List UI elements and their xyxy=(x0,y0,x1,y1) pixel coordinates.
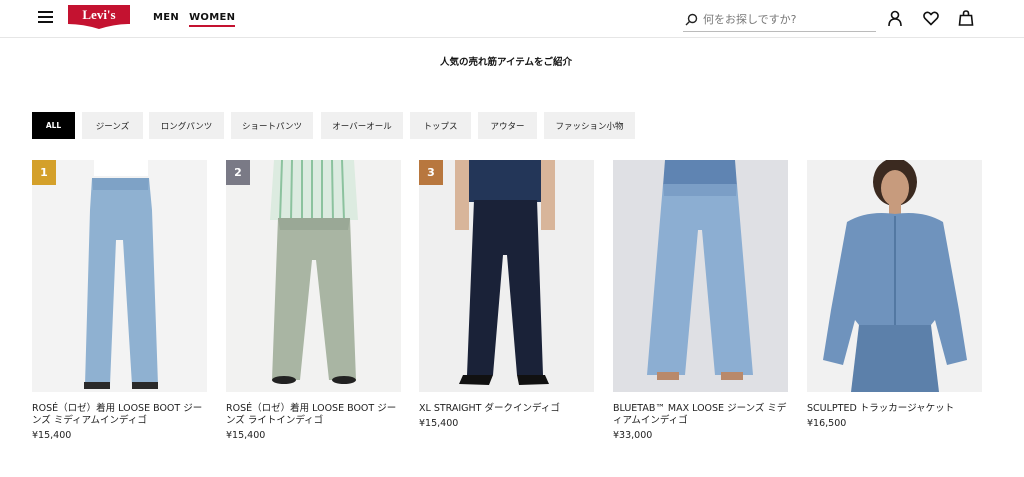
product-image[interactable]: 2 xyxy=(226,160,401,392)
levis-logo[interactable]: Levi's xyxy=(67,4,131,30)
search-bar[interactable] xyxy=(683,8,876,32)
menu-icon[interactable] xyxy=(38,11,53,24)
shopping-bag-icon[interactable] xyxy=(957,9,975,27)
product-price: ¥15,400 xyxy=(419,418,459,429)
search-icon xyxy=(685,13,698,26)
product-name[interactable]: ROSÉ（ロゼ）着用 LOOSE BOOT ジーンズ ミディアムインディゴ xyxy=(32,403,207,427)
product-image[interactable] xyxy=(613,160,788,392)
filter-tops[interactable]: トップス xyxy=(410,112,471,139)
rank-badge: 1 xyxy=(32,160,56,185)
product-price: ¥33,000 xyxy=(613,430,653,441)
filter-outerwear[interactable]: アウター xyxy=(478,112,537,139)
filter-all[interactable]: ALL xyxy=(32,112,75,139)
product-card[interactable]: 3 XL STRAIGHT ダークインディゴ ¥15,400 xyxy=(419,160,594,429)
search-input[interactable] xyxy=(703,11,873,27)
rank-badge: 3 xyxy=(419,160,443,185)
filter-jeans[interactable]: ジーンズ xyxy=(82,112,143,139)
gender-nav: MEN WOMEN xyxy=(153,12,236,27)
product-price: ¥15,400 xyxy=(32,430,72,441)
product-card[interactable]: SCULPTED トラッカージャケット ¥16,500 xyxy=(807,160,982,429)
product-card[interactable]: 1 ROSÉ（ロゼ）着用 LOOSE BOOT ジーンズ ミディアムインディゴ … xyxy=(32,160,207,441)
svg-text:Levi's: Levi's xyxy=(82,7,115,22)
product-name[interactable]: BLUETAB™ MAX LOOSE ジーンズ ミディアムインディゴ xyxy=(613,403,788,427)
product-name[interactable]: SCULPTED トラッカージャケット xyxy=(807,403,982,415)
section-title: 人気の売れ筋アイテムをご紹介 xyxy=(439,57,573,68)
product-price: ¥15,400 xyxy=(226,430,266,441)
product-image[interactable]: 1 xyxy=(32,160,207,392)
product-card[interactable]: 2 ROSÉ（ロゼ）着用 LOOSE BOOT ジーンズ ライトインディゴ ¥1… xyxy=(226,160,401,441)
product-price: ¥16,500 xyxy=(807,418,847,429)
rank-badge: 2 xyxy=(226,160,250,185)
product-image[interactable]: 3 xyxy=(419,160,594,392)
filter-short-pants[interactable]: ショートパンツ xyxy=(231,112,313,139)
account-icon[interactable] xyxy=(886,9,904,27)
filter-long-pants[interactable]: ロングパンツ xyxy=(149,112,224,139)
product-card[interactable]: BLUETAB™ MAX LOOSE ジーンズ ミディアムインディゴ ¥33,0… xyxy=(613,160,788,441)
site-header: Levi's MEN WOMEN xyxy=(0,0,1024,38)
product-name[interactable]: XL STRAIGHT ダークインディゴ xyxy=(419,403,594,415)
filter-overalls[interactable]: オーバーオール xyxy=(321,112,403,139)
wishlist-heart-icon[interactable] xyxy=(922,9,940,27)
product-name[interactable]: ROSÉ（ロゼ）着用 LOOSE BOOT ジーンズ ライトインディゴ xyxy=(226,403,401,427)
nav-women[interactable]: WOMEN xyxy=(189,12,236,27)
filter-accessories[interactable]: ファッション小物 xyxy=(544,112,635,139)
nav-men[interactable]: MEN xyxy=(153,12,179,27)
product-image[interactable] xyxy=(807,160,982,392)
